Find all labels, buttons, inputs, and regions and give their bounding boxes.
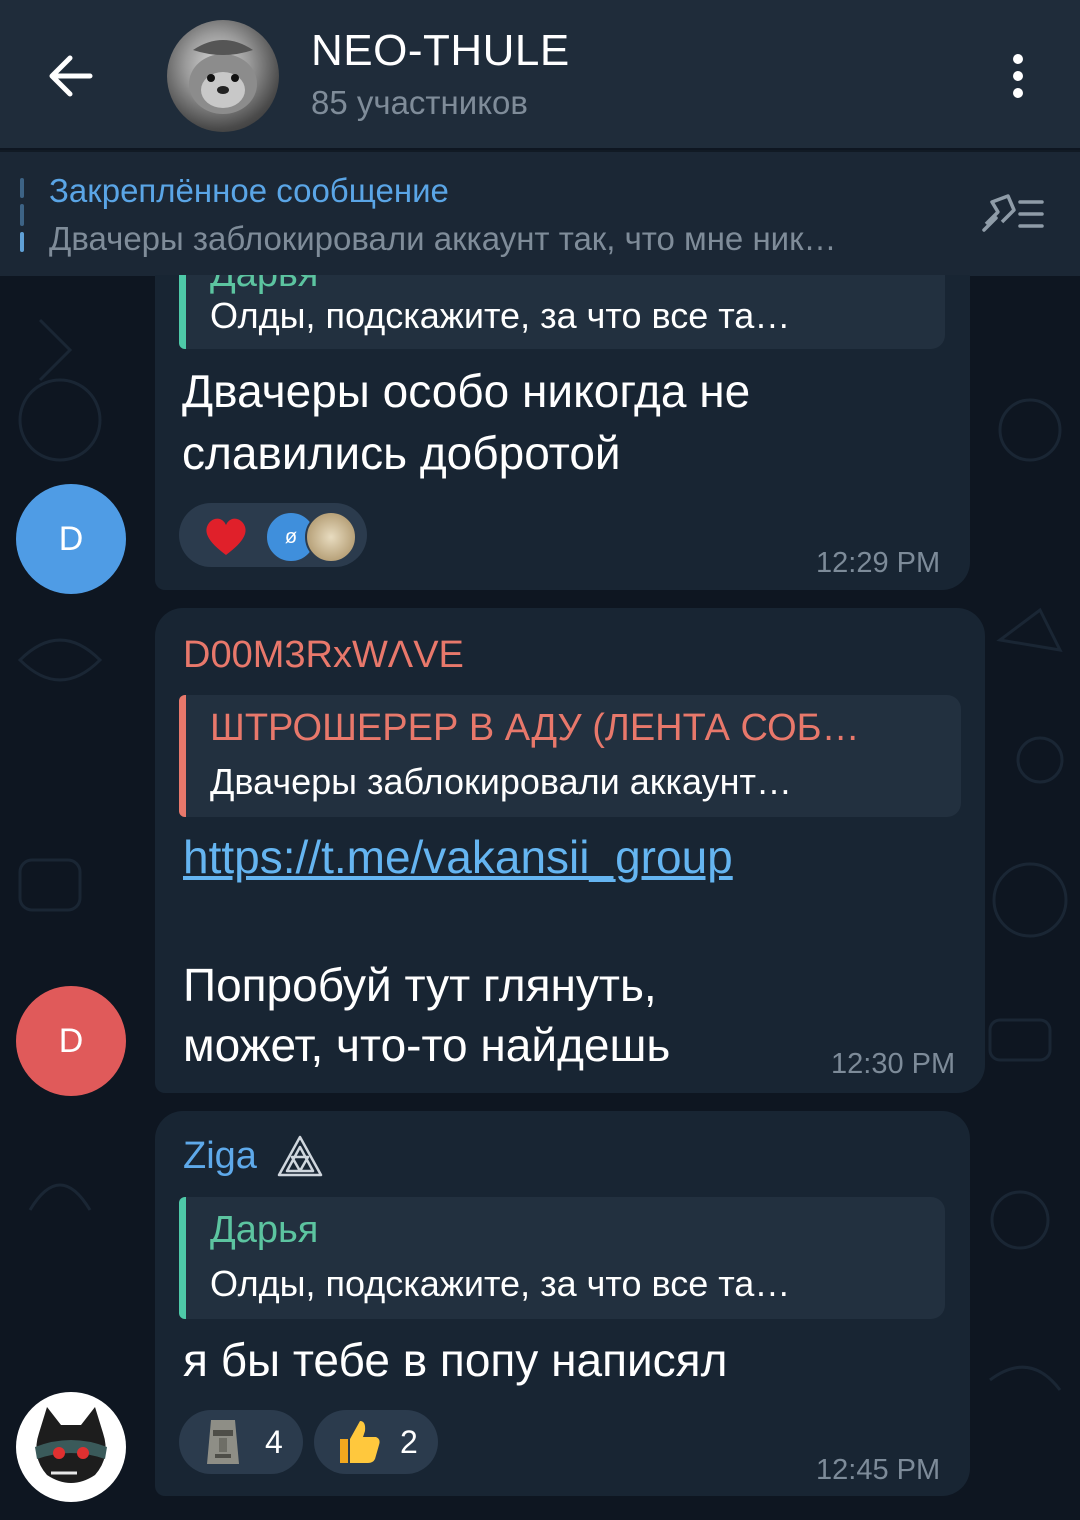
sender-avatar[interactable]: D (16, 484, 126, 594)
reply-bar (179, 695, 186, 817)
reply-text: Олды, подскажите, за что все та… (210, 295, 791, 336)
reaction-count: 4 (265, 1424, 283, 1460)
dot-icon (1013, 88, 1023, 98)
reply-text: Двачеры заблокировали аккаунт… (210, 761, 793, 802)
reply-author: ШТРОШЕРЕР В АДУ (ЛЕНТА СОБ… (210, 707, 860, 749)
message-time: 12:45 PM (816, 1454, 941, 1486)
pinned-title: Закреплённое сообщение (49, 172, 449, 209)
pinned-indicator (20, 178, 24, 252)
message-bubble[interactable]: Ziga Дарья Олды, подскажите, за что все … (155, 1111, 970, 1496)
heart-icon (206, 518, 246, 555)
message-text: я бы тебе в попу написял (183, 1334, 728, 1386)
avatar-letter: D (58, 1021, 84, 1060)
avatar-letter: D (58, 519, 84, 558)
thumbs-up-icon (340, 1421, 380, 1463)
reply-preview[interactable]: ШТРОШЕРЕР В АДУ (ЛЕНТА СОБ… Двачеры забл… (179, 695, 961, 817)
moai-icon (207, 1420, 239, 1464)
chat-title[interactable]: NEO-THULE (311, 26, 570, 76)
message-text: может, что-то найдешь (183, 1019, 671, 1071)
sender-avatar[interactable] (16, 1392, 126, 1502)
message-time: 12:30 PM (831, 1048, 956, 1080)
message-time: 12:29 PM (816, 547, 941, 579)
reply-bar (179, 275, 186, 349)
reaction-thumbs-up[interactable]: 2 (314, 1410, 438, 1474)
reaction-moai[interactable]: 4 (179, 1410, 303, 1474)
message-bubble[interactable]: Дарья Олды, подскажите, за что все та… Д… (155, 275, 970, 590)
reaction-count: 2 (400, 1424, 418, 1460)
chat-avatar[interactable] (167, 20, 279, 132)
reply-bar (179, 1197, 186, 1319)
pinned-message-bar[interactable]: Закреплённое сообщение Двачеры заблокиро… (0, 150, 1080, 276)
sender-name[interactable]: D00M3RxWΛVE (183, 634, 464, 677)
message-link[interactable]: https://t.me/vakansii_group (183, 826, 733, 888)
dot-icon (1013, 71, 1023, 81)
reply-author: Дарья (210, 1209, 319, 1251)
sender-name[interactable]: Ziga (183, 1135, 257, 1178)
otter-photo (189, 40, 257, 114)
valknut-icon (277, 1135, 323, 1177)
message-text: Двачеры особо никогда не (182, 365, 751, 417)
chat-header: NEO-THULE 85 участников (0, 0, 1080, 148)
message-text: Попробуй тут глянуть, (183, 959, 657, 1011)
back-button[interactable] (40, 44, 104, 108)
member-count: 85 участников (311, 84, 528, 121)
message-text: славились добротой (182, 427, 621, 479)
cat-mask-avatar-icon (35, 1407, 107, 1483)
message-bubble[interactable]: D00M3RxWΛVE ШТРОШЕРЕР В АДУ (ЛЕНТА СОБ… … (155, 608, 985, 1093)
more-options-button[interactable] (995, 50, 1041, 102)
sender-avatar[interactable]: D (16, 986, 126, 1096)
reply-preview[interactable]: Дарья Олды, подскажите, за что все та… (179, 1197, 945, 1319)
reply-preview[interactable]: Дарья Олды, подскажите, за что все та… (179, 275, 945, 349)
reaction-heart[interactable]: ø (179, 503, 367, 567)
dot-icon (1013, 54, 1023, 64)
pinned-list-icon[interactable] (978, 188, 1048, 238)
pinned-text: Двачеры заблокировали аккаунт так, что м… (49, 220, 837, 257)
reply-text: Олды, подскажите, за что все та… (210, 1263, 791, 1304)
reply-author: Дарья (210, 275, 318, 296)
arrow-left-icon (49, 55, 93, 97)
reactor-avatar-cat (305, 511, 357, 563)
